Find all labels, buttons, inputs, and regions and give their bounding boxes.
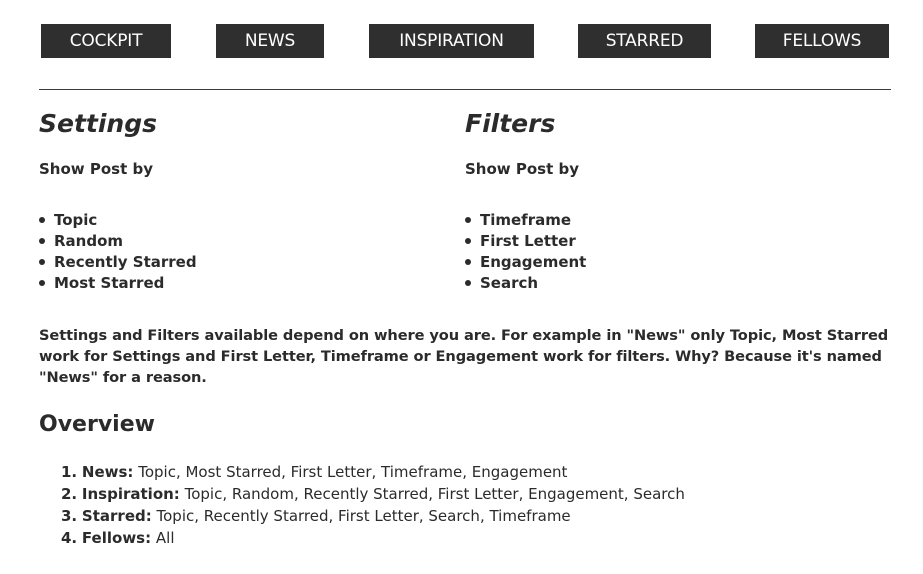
bullet-icon	[465, 217, 471, 223]
filters-item-label: First Letter	[480, 232, 576, 250]
overview-item-starred: 3. Starred: Topic, Recently Starred, Fir…	[61, 505, 685, 527]
overview-item-inspiration: 2. Inspiration: Topic, Random, Recently …	[61, 483, 685, 505]
bullet-icon	[39, 217, 45, 223]
filters-subheading: Show Post by	[465, 160, 580, 178]
filters-item-search[interactable]: Search	[465, 273, 586, 294]
bullet-icon	[465, 238, 471, 244]
overview-item-value: Topic, Recently Starred, First Letter, S…	[156, 507, 571, 525]
settings-item-label: Recently Starred	[54, 253, 197, 271]
settings-item-random[interactable]: Random	[39, 231, 197, 252]
nav-button-starred[interactable]: STARRED	[578, 24, 711, 58]
nav-button-cockpit[interactable]: COCKPIT	[41, 24, 171, 58]
bullet-icon	[465, 280, 471, 286]
settings-item-label: Random	[54, 232, 124, 250]
settings-item-topic[interactable]: Topic	[39, 210, 197, 231]
filters-item-label: Timeframe	[480, 211, 572, 229]
bullet-icon	[39, 280, 45, 286]
overview-item-number: 2.	[61, 485, 78, 503]
overview-item-value: All	[155, 529, 175, 547]
overview-list: 1. News: Topic, Most Starred, First Lett…	[61, 461, 685, 549]
settings-item-label: Most Starred	[54, 274, 165, 292]
info-paragraph: Settings and Filters available depend on…	[39, 327, 889, 386]
nav-button-inspiration[interactable]: INSPIRATION	[369, 24, 534, 58]
filters-heading: Filters	[465, 109, 556, 138]
filters-item-timeframe[interactable]: Timeframe	[465, 210, 586, 231]
nav-button-fellows[interactable]: FELLOWS	[755, 24, 889, 58]
overview-item-label: News:	[81, 463, 134, 481]
bullet-icon	[39, 238, 45, 244]
overview-item-label: Inspiration:	[81, 485, 180, 503]
overview-item-value: Topic, Random, Recently Starred, First L…	[184, 485, 685, 503]
overview-item-label: Fellows:	[81, 529, 152, 547]
nav-button-news[interactable]: NEWS	[216, 24, 324, 58]
bullet-icon	[39, 259, 45, 265]
overview-item-value: Topic, Most Starred, First Letter, Timef…	[138, 463, 568, 481]
overview-item-number: 4.	[61, 529, 78, 547]
settings-item-label: Topic	[54, 211, 98, 229]
filters-item-engagement[interactable]: Engagement	[465, 252, 586, 273]
divider-line	[39, 89, 891, 90]
overview-item-number: 3.	[61, 507, 78, 525]
settings-item-most-starred[interactable]: Most Starred	[39, 273, 197, 294]
overview-item-news: 1. News: Topic, Most Starred, First Lett…	[61, 461, 685, 483]
overview-item-number: 1.	[61, 463, 78, 481]
settings-subheading: Show Post by	[39, 160, 154, 178]
bullet-icon	[465, 259, 471, 265]
overview-item-fellows: 4. Fellows: All	[61, 527, 685, 549]
filters-list: Timeframe First Letter Engagement Search	[465, 210, 586, 294]
overview-item-label: Starred:	[81, 507, 152, 525]
settings-item-recently-starred[interactable]: Recently Starred	[39, 252, 197, 273]
settings-list: Topic Random Recently Starred Most Starr…	[39, 210, 197, 294]
filters-item-label: Search	[480, 274, 539, 292]
filters-item-first-letter[interactable]: First Letter	[465, 231, 586, 252]
settings-heading: Settings	[39, 109, 158, 138]
overview-heading: Overview	[39, 412, 155, 437]
filters-item-label: Engagement	[480, 253, 587, 271]
